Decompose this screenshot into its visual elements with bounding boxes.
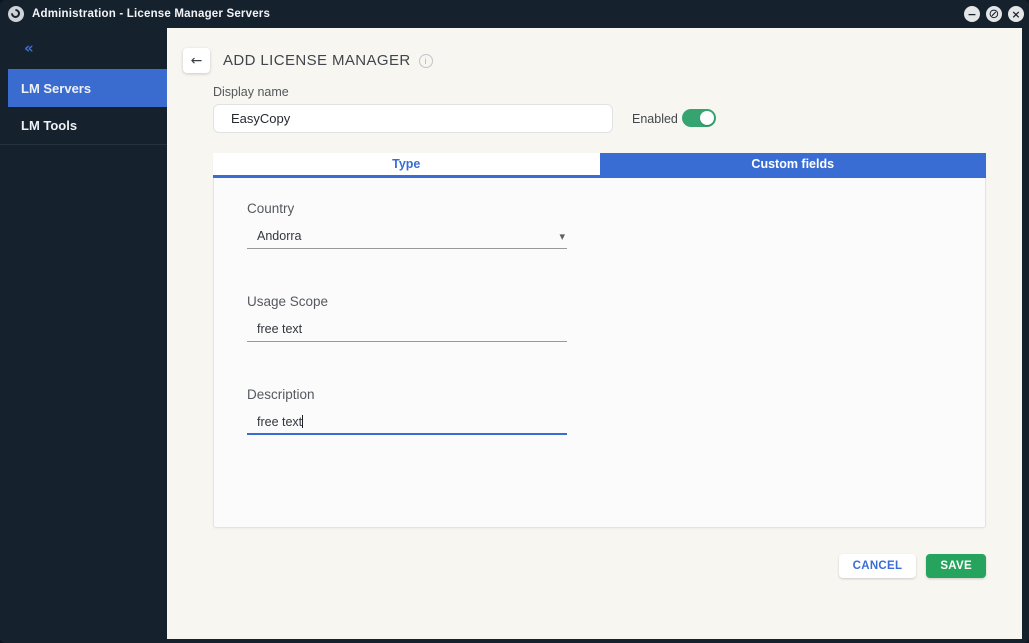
usage-scope-value: free text [257,322,303,336]
cancel-button[interactable]: CANCEL [838,554,917,578]
sidebar-item-label: LM Servers [21,80,92,96]
panel-body: Country Andorra ▾ Usage Scope free text … [247,178,567,480]
app-window: Administration - License Manager Servers… [0,0,1029,643]
tab-type[interactable]: Type [213,153,600,175]
toggle-knob [700,111,714,125]
usage-scope-group: Usage Scope free text [247,294,567,342]
dropdown-caret-icon: ▾ [559,229,565,243]
info-icon[interactable]: i [418,53,433,68]
sidebar-item-lm-tools[interactable]: LM Tools [0,107,167,145]
text-cursor [302,415,304,428]
sidebar-item-lm-servers[interactable]: LM Servers [8,69,167,107]
enabled-label: Enabled [632,112,678,126]
description-label: Description [247,387,315,402]
custom-fields-panel: Type Custom fields Country Andorra ▾ Usa… [213,153,986,528]
sidebar: « LM Servers LM Tools [0,28,167,643]
tab-custom-fields[interactable]: Custom fields [599,153,986,175]
country-select[interactable]: Andorra ▾ [247,229,567,249]
main-content: ← ADD LICENSE MANAGER i Display name Ena… [167,28,1022,639]
country-group: Country Andorra ▾ [247,201,567,249]
page-title: ADD LICENSE MANAGER [223,52,411,69]
window-title: Administration - License Manager Servers [32,8,271,20]
description-value: free text [257,415,304,429]
usage-scope-input[interactable]: free text [247,322,567,342]
usage-scope-label: Usage Scope [247,294,329,309]
maximize-disabled-button[interactable]: ⊘ [986,6,1002,22]
country-label: Country [247,201,295,216]
display-name-label: Display name [213,85,289,99]
tab-bar: Type Custom fields [213,153,986,178]
display-name-input[interactable] [213,104,613,133]
description-input[interactable]: free text [247,415,567,435]
page-header: ← ADD LICENSE MANAGER i [183,48,433,73]
window-controls: − ⊘ × [964,6,1024,22]
titlebar: Administration - License Manager Servers… [0,0,1029,28]
enabled-toggle[interactable] [682,109,716,127]
action-buttons: CANCEL SAVE [213,554,986,578]
back-button[interactable]: ← [183,48,210,73]
description-group: Description free text [247,387,567,435]
minimize-button[interactable]: − [964,6,980,22]
save-button[interactable]: SAVE [926,554,986,578]
app-logo-icon [8,6,24,22]
close-button[interactable]: × [1008,6,1024,22]
sidebar-nav: LM Servers LM Tools [0,69,167,145]
country-value: Andorra [257,229,302,243]
sidebar-collapse-icon[interactable]: « [24,39,34,57]
sidebar-item-label: LM Tools [21,118,78,133]
